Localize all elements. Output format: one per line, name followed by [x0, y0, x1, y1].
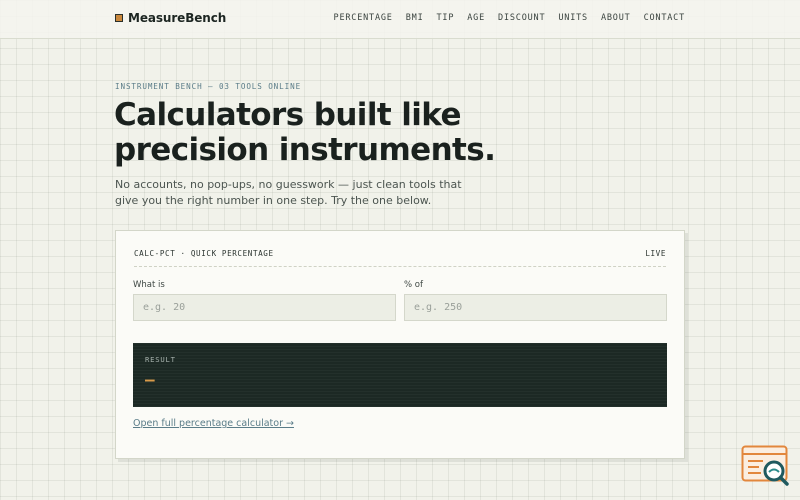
what-is-label: What is — [133, 280, 165, 290]
nav-item-age[interactable]: AGE — [467, 13, 485, 23]
brand-logo-icon — [115, 14, 123, 22]
brand-name: MeasureBench — [128, 11, 227, 25]
full-calculator-link[interactable]: Open full percentage calculator → — [133, 418, 294, 429]
nav-item-percentage[interactable]: PERCENTAGE — [334, 13, 393, 23]
percent-of-input[interactable] — [404, 294, 667, 321]
nav-item-about[interactable]: ABOUT — [601, 13, 631, 23]
nav-item-contact[interactable]: CONTACT — [644, 13, 685, 23]
hero-subtext: No accounts, no pop-ups, no guesswork — … — [115, 178, 462, 207]
search-browser-icon[interactable] — [741, 444, 791, 490]
calculator-id-label: CALC-PCT · QUICK PERCENTAGE — [134, 249, 274, 258]
nav-item-tip[interactable]: TIP — [437, 13, 455, 23]
result-value: — — [145, 370, 155, 389]
hero-eyebrow: INSTRUMENT BENCH — 03 TOOLS ONLINE — [115, 82, 302, 91]
percentage-calculator-card: CALC-PCT · QUICK PERCENTAGE LIVE What is… — [115, 230, 685, 459]
top-navigation-bar: MeasureBench PERCENTAGE BMI TIP AGE DISC… — [0, 0, 800, 39]
result-display: RESULT — — [133, 343, 667, 407]
brand[interactable]: MeasureBench — [115, 11, 226, 25]
main-nav: PERCENTAGE BMI TIP AGE DISCOUNT UNITS AB… — [321, 13, 685, 23]
status-badge: LIVE — [645, 249, 666, 258]
hero-headline: Calculators built like precision instrum… — [114, 97, 496, 168]
result-label: RESULT — [145, 355, 176, 364]
nav-item-bmi[interactable]: BMI — [406, 13, 424, 23]
nav-item-discount[interactable]: DISCOUNT — [498, 13, 545, 23]
what-is-input[interactable] — [133, 294, 396, 321]
percent-of-label: % of — [404, 280, 423, 290]
card-header: CALC-PCT · QUICK PERCENTAGE LIVE — [134, 249, 666, 267]
nav-item-units[interactable]: UNITS — [558, 13, 588, 23]
